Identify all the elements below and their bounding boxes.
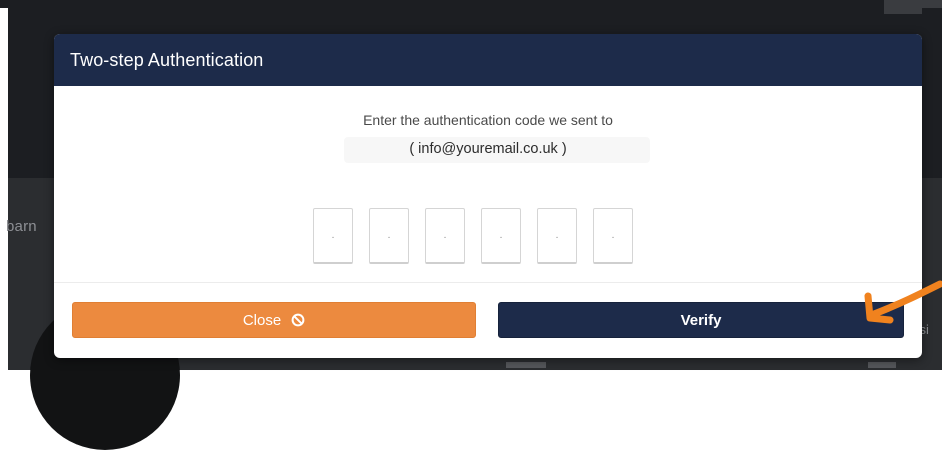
ban-icon [291,313,305,327]
code-digit-6[interactable]: . [593,208,633,264]
code-digit-5[interactable]: . [537,208,577,264]
close-button-label: Close [242,311,282,329]
code-digit-1[interactable]: . [313,208,353,264]
verify-button-label: Verify [680,311,722,329]
dialog-body: Enter the authentication code we sent to… [54,86,922,283]
code-input-group: . . . . . . [313,208,633,266]
code-digit-2[interactable]: . [369,208,409,264]
background-left-strip [0,8,8,370]
two-step-auth-dialog: Two-step Authentication Enter the authen… [54,34,922,358]
code-digit-3[interactable]: . [425,208,465,264]
background-right-band-top [922,8,942,178]
background-left-text: barn [6,218,37,235]
close-button[interactable]: Close [72,302,476,338]
dialog-header: Two-step Authentication [54,34,922,86]
annotation-arrow-icon [864,280,942,324]
dialog-title: Two-step Authentication [70,49,264,70]
verify-button[interactable]: Verify [498,302,904,338]
background-text-fragment [506,362,546,368]
recipient-email: ( info@youremail.co.uk ) [409,141,567,157]
background-text-fragment [868,362,896,368]
instruction-text: Enter the authentication code we sent to [363,112,613,128]
code-digit-4[interactable]: . [481,208,521,264]
dialog-footer: Close Verify [54,283,922,358]
